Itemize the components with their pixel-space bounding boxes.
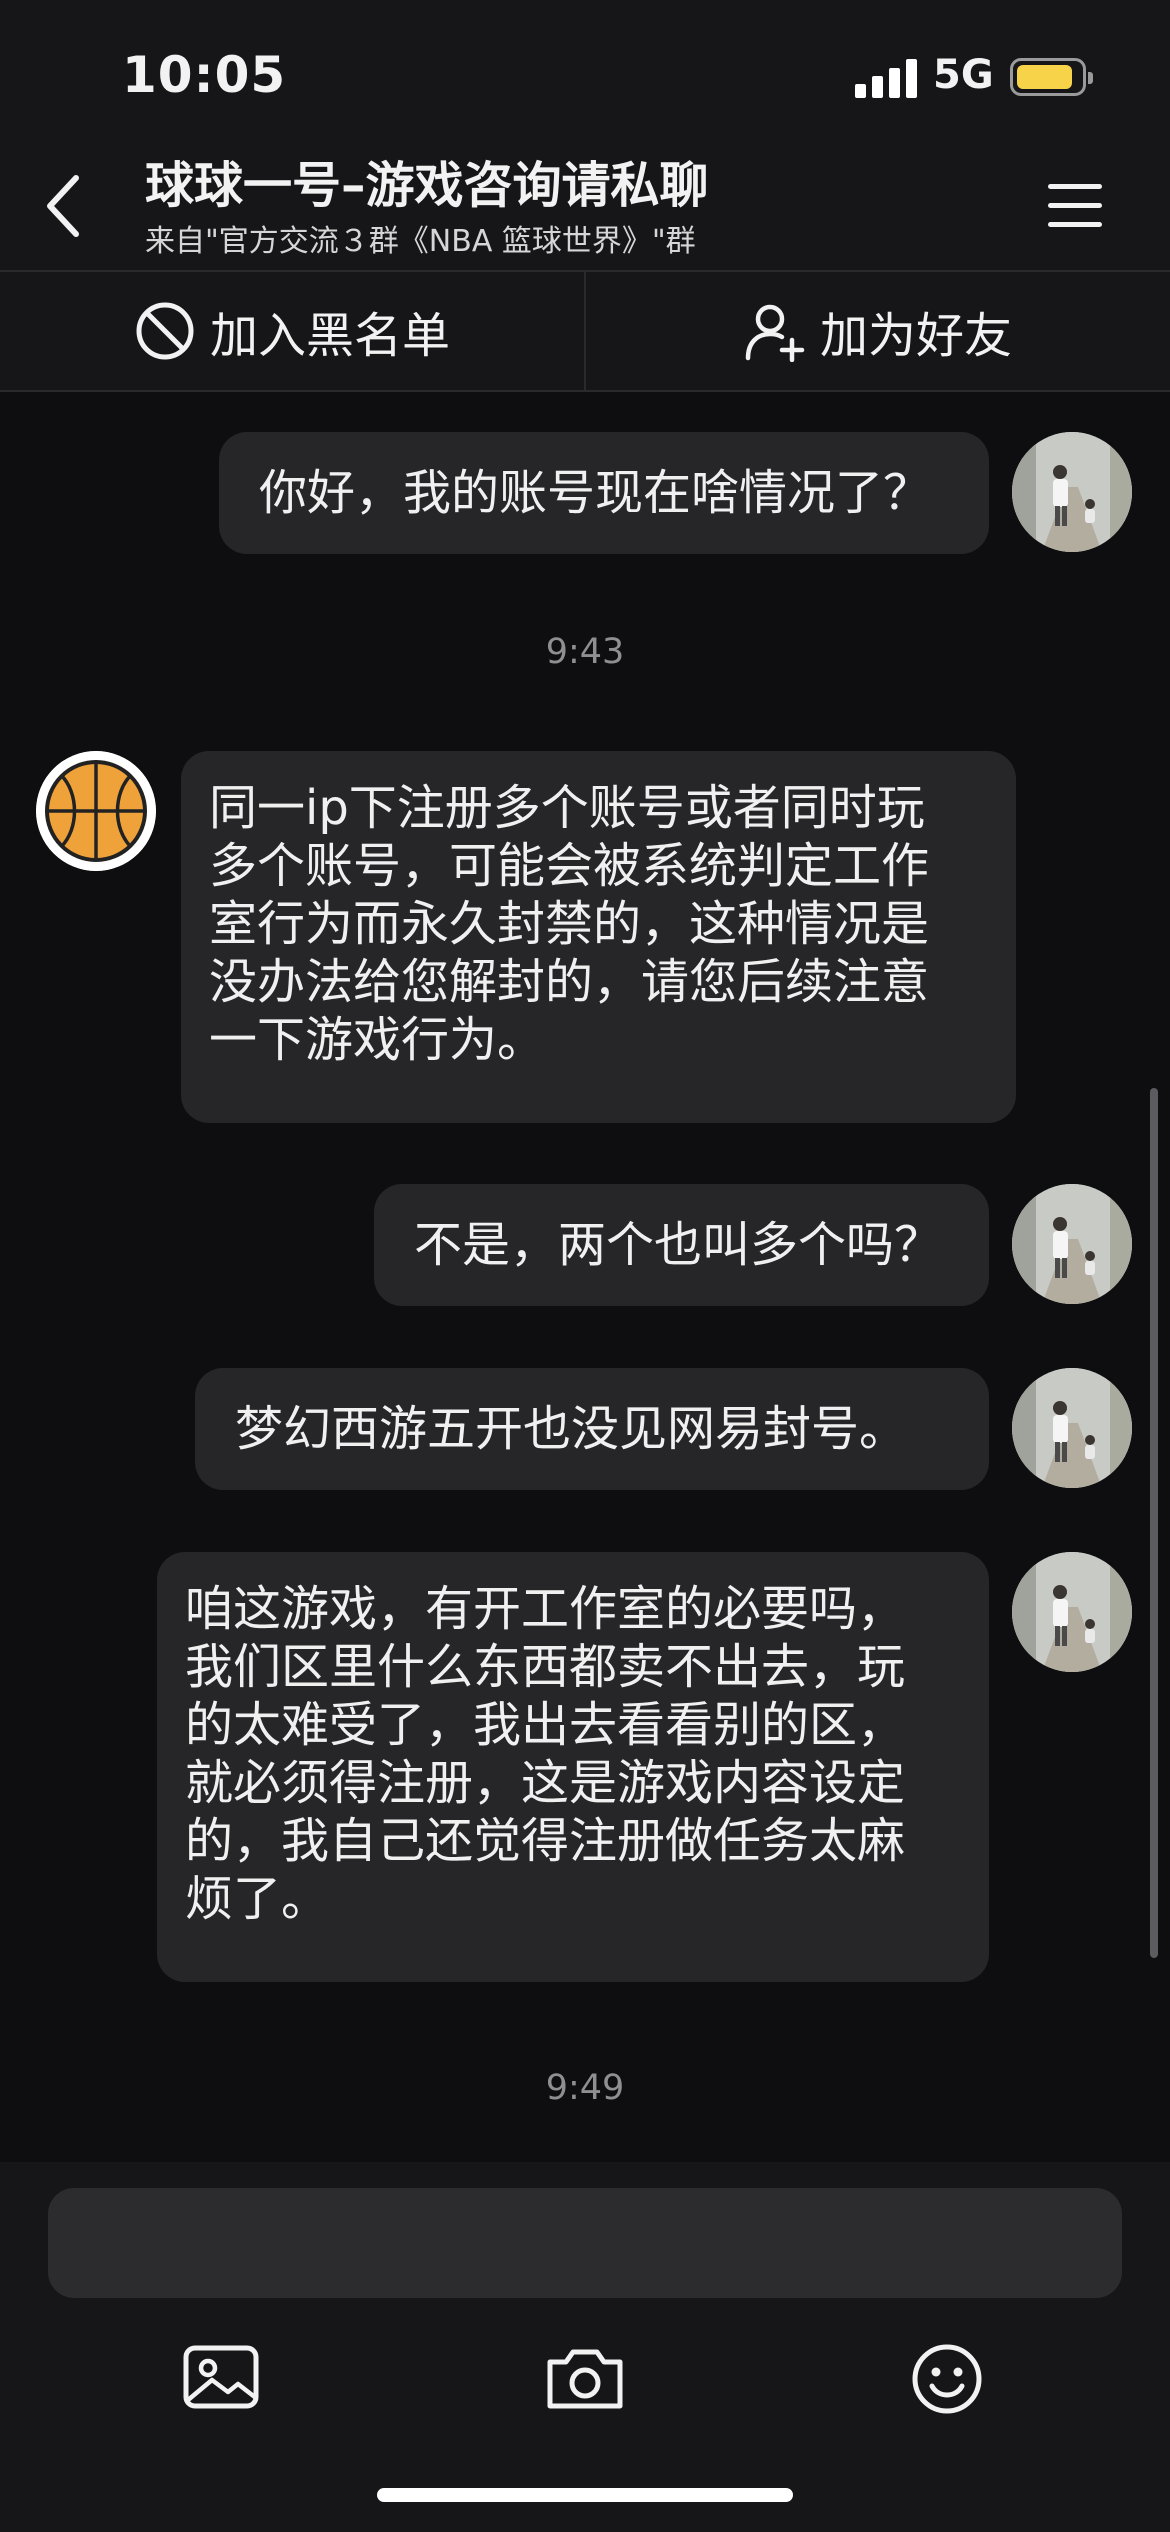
timestamp: 9:49 [545,2068,625,2108]
message-text: 梦幻西游五开也没见网易封号。 [235,1401,908,1457]
composer-bar [0,2162,1170,2532]
back-button[interactable] [28,166,108,246]
chat-header: 球球一号–游戏咨询请私聊 来自"官方交流３群《NBA 篮球世界》"群 [0,140,1170,272]
message-bubble-outgoing[interactable]: 你好，我的账号现在啥情况了？ [219,432,989,554]
support-avatar[interactable] [36,751,156,871]
block-label: 加入黑名单 [209,308,450,364]
image-icon [183,2345,259,2409]
menu-button[interactable] [1040,178,1112,234]
network-type: 5G [933,52,994,98]
avatar-photo-icon [1012,432,1132,552]
avatar-photo-icon [1012,1184,1132,1304]
user-avatar[interactable] [1012,1368,1132,1488]
message-list[interactable]: 你好，我的账号现在啥情况了？ 9:43 同一ip下注册多个账号或者同时玩 多个账… [0,392,1170,2162]
add-friend-button[interactable]: 加为好友 [586,272,1170,390]
message-text: 不是，两个也叫多个吗？ [414,1217,943,1273]
avatar-photo-icon [1012,1552,1132,1672]
user-avatar[interactable] [1012,1184,1132,1304]
signal-icon [855,58,919,98]
home-indicator[interactable] [377,2488,793,2502]
message-line: 的太难受了，我出去看看别的区， [185,1697,906,1753]
message-line: 咱这游戏，有开工作室的必要吗， [185,1581,906,1637]
avatar-photo-icon [1012,1368,1132,1488]
hamburger-menu-icon [1048,184,1102,189]
message-line: 一下游戏行为。 [209,1012,546,1068]
chat-scrollbar[interactable] [1150,1088,1158,1958]
image-button[interactable] [178,2334,268,2424]
emoji-button[interactable] [902,2334,992,2424]
chat-screen: 10:05 5G 球球一号–游戏咨询请私聊 来自"官方交流３群《NBA 篮球世界… [0,0,1170,2532]
add-friend-label: 加为好友 [819,308,1012,364]
message-line: 就必须得注册，这是游戏内容设定 [185,1755,906,1811]
message-line: 室行为而永久封禁的，这种情况是 [209,896,930,952]
user-avatar[interactable] [1012,1552,1132,1672]
message-line: 没办法给您解封的，请您后续注意 [209,954,930,1010]
block-button[interactable]: 加入黑名单 [0,272,584,390]
block-icon [136,302,194,360]
message-bubble-outgoing[interactable]: 咱这游戏，有开工作室的必要吗， 我们区里什么东西都卖不出去，玩 的太难受了，我出… [157,1552,989,1982]
chat-subtitle: 来自"官方交流３群《NBA 篮球世界》"群 [145,224,696,259]
message-bubble-outgoing[interactable]: 梦幻西游五开也没见网易封号。 [195,1368,989,1490]
user-avatar[interactable] [1012,432,1132,552]
message-line: 同一ip下注册多个账号或者同时玩 [209,780,925,836]
action-bar: 加入黑名单 加为好友 [0,272,1170,392]
camera-icon [547,2349,623,2409]
message-input[interactable] [48,2188,1122,2298]
message-line: 多个账号，可能会被系统判定工作 [209,838,930,894]
message-text: 你好，我的账号现在啥情况了？ [259,465,932,521]
camera-button[interactable] [540,2334,630,2424]
battery-icon [1010,58,1093,96]
message-bubble-incoming[interactable]: 同一ip下注册多个账号或者同时玩 多个账号，可能会被系统判定工作 室行为而永久封… [181,751,1016,1123]
chevron-left-icon [47,175,79,237]
timestamp: 9:43 [545,632,625,672]
message-line: 我们区里什么东西都卖不出去，玩 [185,1639,906,1695]
chat-title: 球球一号–游戏咨询请私聊 [145,157,709,214]
basketball-icon [36,751,156,871]
message-line: 烦了。 [185,1871,330,1927]
emoji-icon [912,2344,982,2414]
add-person-icon [745,304,805,362]
status-time: 10:05 [122,46,287,104]
message-bubble-outgoing[interactable]: 不是，两个也叫多个吗？ [374,1184,989,1306]
status-bar: 10:05 5G [0,0,1170,140]
message-line: 的，我自己还觉得注册做任务太麻 [185,1813,906,1869]
